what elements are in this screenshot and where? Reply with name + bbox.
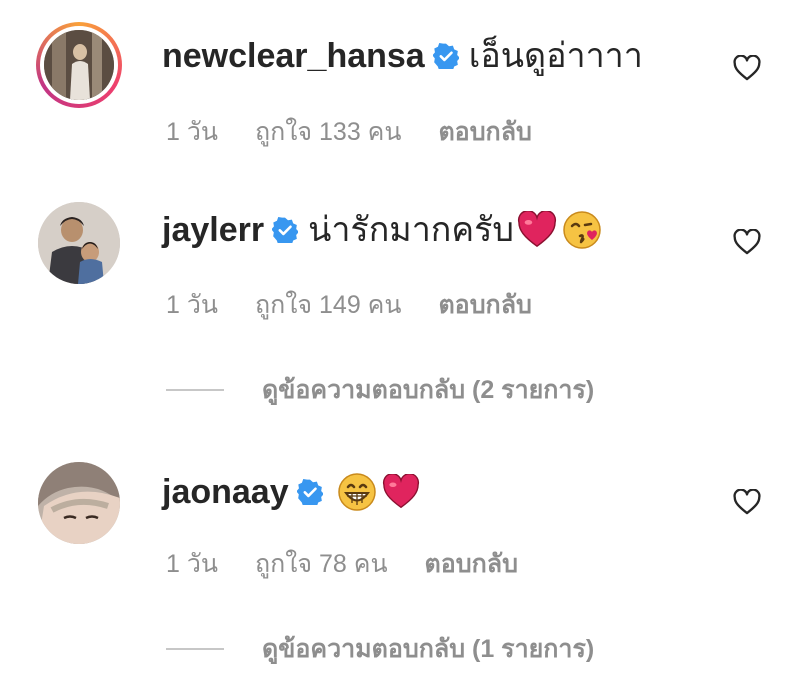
red-heart-emoji — [382, 474, 419, 509]
comment-line: jaonaay — [162, 472, 421, 512]
divider-line — [166, 648, 224, 650]
avatar[interactable] — [36, 22, 122, 108]
reply-button[interactable]: ตอบกลับ — [438, 118, 531, 146]
comment-likes[interactable]: ถูกใจ 133 คน — [255, 118, 402, 146]
comment-line: newclear_hansa เอ็นดูอ่าาาา — [162, 36, 643, 76]
comment-username[interactable]: jaylerr — [162, 210, 264, 250]
like-heart-icon[interactable] — [733, 229, 761, 255]
view-replies-label[interactable]: ดูข้อความตอบกลับ (2 รายการ) — [262, 375, 594, 405]
comment-meta: 1 วัน ถูกใจ 78 คน ตอบกลับ — [166, 549, 548, 579]
like-heart-icon[interactable] — [733, 489, 761, 515]
like-heart-icon[interactable] — [733, 55, 761, 81]
verified-badge-icon — [432, 43, 459, 69]
comment-time[interactable]: 1 วัน — [166, 291, 218, 319]
avatar[interactable] — [38, 462, 120, 544]
face-blowing-kiss-emoji — [563, 211, 601, 249]
comment-meta: 1 วัน ถูกใจ 133 คน ตอบกลับ — [166, 117, 562, 147]
comment-meta: 1 วัน ถูกใจ 149 คน ตอบกลับ — [166, 290, 562, 320]
comment-likes[interactable]: ถูกใจ 149 คน — [255, 291, 402, 319]
comment-time[interactable]: 1 วัน — [166, 550, 218, 578]
avatar[interactable] — [38, 202, 120, 284]
comment-text: น่ารักมากครับ — [308, 211, 514, 249]
divider-line — [166, 389, 224, 391]
view-replies-button[interactable]: ดูข้อความตอบกลับ (1 รายการ) — [166, 634, 594, 664]
view-replies-button[interactable]: ดูข้อความตอบกลับ (2 รายการ) — [166, 375, 594, 405]
grinning-face-emoji — [337, 473, 376, 511]
comment-username[interactable]: jaonaay — [162, 472, 289, 512]
comment-likes[interactable]: ถูกใจ 78 คน — [255, 550, 388, 578]
comment-username[interactable]: newclear_hansa — [162, 36, 425, 76]
reply-button[interactable]: ตอบกลับ — [425, 550, 518, 578]
view-replies-label[interactable]: ดูข้อความตอบกลับ (1 รายการ) — [262, 634, 594, 664]
comment-text: เอ็นดูอ่าาาา — [468, 37, 643, 75]
verified-badge-icon — [296, 479, 323, 505]
comment-time[interactable]: 1 วัน — [166, 118, 218, 146]
reply-button[interactable]: ตอบกลับ — [438, 291, 531, 319]
verified-badge-icon — [272, 217, 299, 243]
comment-line: jaylerr น่ารักมากครับ — [162, 210, 602, 250]
red-heart-emoji — [517, 211, 557, 248]
